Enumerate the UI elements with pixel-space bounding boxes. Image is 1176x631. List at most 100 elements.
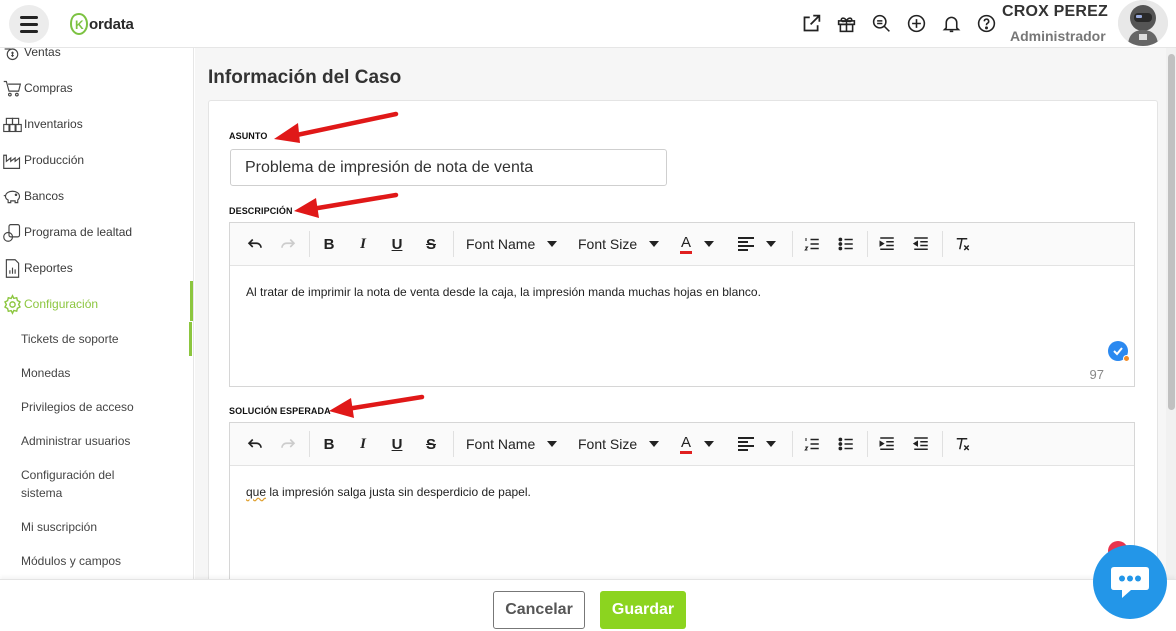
- save-button[interactable]: Guardar: [600, 591, 686, 629]
- top-bar: K ordata CROX PEREZ Administrador: [0, 0, 1176, 48]
- bullet-list-icon[interactable]: [833, 231, 859, 257]
- loyalty-icon: [1, 221, 23, 243]
- asunto-input[interactable]: [230, 149, 667, 186]
- bell-icon[interactable]: [938, 10, 964, 36]
- sidebar-item-label: Producción: [24, 153, 85, 167]
- ordered-list-icon[interactable]: [799, 431, 825, 457]
- form-footer: Cancelar Guardar: [0, 579, 1176, 631]
- sidebar-item-label: Inventarios: [24, 117, 83, 131]
- cart-icon: [1, 77, 23, 99]
- spellcheck-dot: [1123, 355, 1130, 362]
- align-dropdown[interactable]: [738, 231, 776, 257]
- sidebar-item-programa-de-lealtad[interactable]: Programa de lealtad: [0, 217, 193, 247]
- font-color-dropdown[interactable]: A: [680, 231, 715, 257]
- font-size-label: Font Size: [578, 236, 638, 252]
- chevron-down-icon: [649, 441, 660, 447]
- align-left-icon: [738, 437, 754, 451]
- sidebar-subitem-modulos-y-campos[interactable]: Módulos y campos: [21, 552, 121, 570]
- bold-button[interactable]: B: [316, 431, 342, 457]
- sidebar-item-configuracion[interactable]: Configuración: [0, 281, 193, 321]
- hamburger-line: [20, 29, 38, 33]
- font-size-dropdown[interactable]: Font Size: [578, 231, 660, 257]
- font-name-dropdown[interactable]: Font Name: [466, 231, 558, 257]
- bullet-list-icon[interactable]: [833, 431, 859, 457]
- sidebar-subitem-tickets-de-soporte[interactable]: Tickets de soporte: [21, 322, 192, 356]
- sidebar-item-bancos[interactable]: Bancos: [0, 181, 193, 211]
- italic-button[interactable]: I: [350, 431, 376, 457]
- redo-icon[interactable]: [275, 431, 301, 457]
- chevron-down-icon: [547, 241, 558, 247]
- chevron-down-icon: [766, 241, 776, 247]
- font-color-icon: A: [680, 234, 693, 254]
- indent-icon[interactable]: [874, 431, 900, 457]
- editor-toolbar: B I U S Font Name Font Size A: [230, 223, 1134, 266]
- sidebar-subitem-mi-suscripcion[interactable]: Mi suscripción: [21, 518, 97, 536]
- sidebar-item-label: Bancos: [24, 189, 65, 203]
- sidebar-subitem-privilegios-de-acceso[interactable]: Privilegios de acceso: [21, 398, 134, 416]
- outdent-icon[interactable]: [908, 231, 934, 257]
- solucion-editor: B I U S Font Name Font Size A que la imp…: [229, 422, 1135, 592]
- spellcheck-icon[interactable]: [1108, 341, 1130, 362]
- scrollbar[interactable]: [1166, 48, 1176, 579]
- logo-text: ordata: [89, 15, 134, 33]
- gear-icon: [1, 293, 23, 315]
- logo-letter: K: [75, 18, 84, 32]
- hamburger-line: [20, 15, 38, 19]
- descripcion-editor: B I U S Font Name Font Size A Al tratar …: [229, 222, 1135, 387]
- add-circle-icon[interactable]: [903, 10, 929, 36]
- user-role: Administrador: [1010, 28, 1106, 44]
- sidebar-item-compras[interactable]: Compras: [0, 73, 193, 103]
- chat-bubble-icon: [1111, 567, 1149, 598]
- report-icon: [1, 257, 23, 279]
- undo-icon[interactable]: [242, 231, 268, 257]
- outdent-icon[interactable]: [908, 431, 934, 457]
- underline-button[interactable]: U: [384, 231, 410, 257]
- strikethrough-button[interactable]: S: [418, 231, 444, 257]
- app-logo[interactable]: K ordata: [70, 13, 134, 35]
- redo-icon[interactable]: [275, 231, 301, 257]
- align-left-icon: [738, 237, 754, 251]
- font-size-dropdown[interactable]: Font Size: [578, 431, 660, 457]
- strikethrough-button[interactable]: S: [418, 431, 444, 457]
- chat-support-button[interactable]: [1093, 545, 1167, 619]
- undo-icon[interactable]: [242, 431, 268, 457]
- align-dropdown[interactable]: [738, 431, 776, 457]
- sidebar-item-label: Configuración: [24, 297, 99, 311]
- external-link-icon[interactable]: [798, 10, 824, 36]
- scrollbar-thumb[interactable]: [1168, 54, 1175, 410]
- sidebar-item-reportes[interactable]: Reportes: [0, 253, 193, 283]
- misspelled-word[interactable]: que: [246, 485, 266, 499]
- cancel-button[interactable]: Cancelar: [493, 591, 585, 629]
- indent-icon[interactable]: [874, 231, 900, 257]
- sales-icon: [1, 48, 23, 63]
- search-zoom-icon[interactable]: [868, 10, 894, 36]
- italic-button[interactable]: I: [350, 231, 376, 257]
- help-icon[interactable]: [973, 10, 999, 36]
- descripcion-text[interactable]: Al tratar de imprimir la nota de venta d…: [230, 266, 1134, 318]
- sidebar-item-label: Ventas: [24, 48, 61, 59]
- user-name[interactable]: CROX PEREZ: [1002, 3, 1108, 21]
- font-color-dropdown[interactable]: A: [680, 431, 715, 457]
- gift-icon[interactable]: [833, 10, 859, 36]
- font-name-dropdown[interactable]: Font Name: [466, 431, 558, 457]
- sidebar-subitem-monedas[interactable]: Monedas: [21, 364, 70, 382]
- sidebar-item-ventas[interactable]: Ventas: [0, 48, 193, 67]
- asunto-label: ASUNTO: [229, 131, 268, 141]
- sidebar-item-inventarios[interactable]: Inventarios: [0, 109, 193, 139]
- font-size-label: Font Size: [578, 436, 638, 452]
- underline-button[interactable]: U: [384, 431, 410, 457]
- clear-format-icon[interactable]: [949, 231, 975, 257]
- factory-icon: [1, 149, 23, 171]
- clear-format-icon[interactable]: [949, 431, 975, 457]
- ordered-list-icon[interactable]: [799, 231, 825, 257]
- inventory-icon: [1, 113, 23, 135]
- user-avatar[interactable]: [1118, 0, 1168, 46]
- sidebar-item-produccion[interactable]: Producción: [0, 145, 193, 175]
- hamburger-menu-button[interactable]: [9, 5, 49, 43]
- solucion-text-rest: la impresión salga justa sin desperdicio…: [266, 485, 531, 499]
- bold-button[interactable]: B: [316, 231, 342, 257]
- solucion-text[interactable]: que la impresión salga justa sin desperd…: [230, 466, 1134, 518]
- sidebar-subitem-configuracion-del-sistema[interactable]: Configuración del sistema: [21, 466, 141, 502]
- sidebar-subitem-administrar-usuarios[interactable]: Administrar usuarios: [21, 432, 130, 450]
- page-title: Información del Caso: [208, 67, 402, 88]
